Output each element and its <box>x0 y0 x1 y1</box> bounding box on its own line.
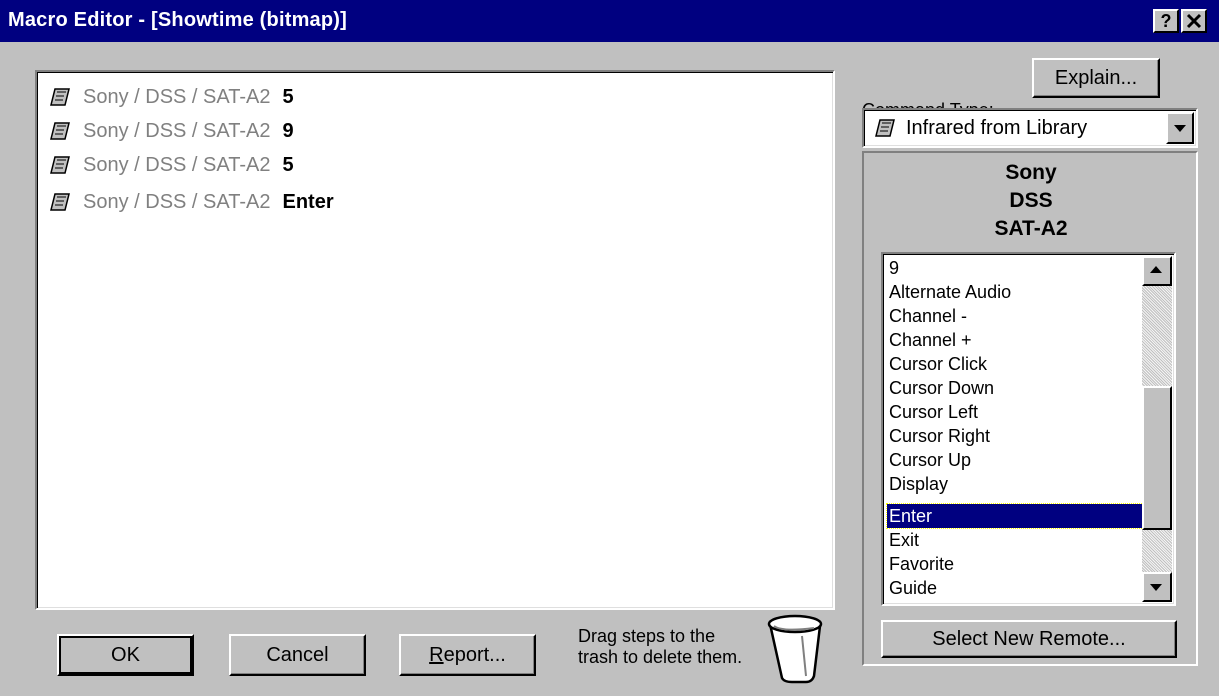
step-device: Sony / DSS / SAT-A2 <box>83 190 271 213</box>
command-item[interactable]: 9 <box>887 256 1143 280</box>
command-item[interactable]: Alternate Audio <box>887 280 1143 304</box>
command-item[interactable]: Guide <box>887 576 1143 600</box>
command-type-select[interactable]: Infrared from Library <box>862 108 1198 148</box>
command-item[interactable]: Cursor Click <box>887 352 1143 376</box>
dropdown-button[interactable] <box>1166 112 1194 144</box>
trash-hint: Drag steps to the trash to delete them. <box>578 626 742 668</box>
window-title: Macro Editor - [Showtime (bitmap)] <box>8 9 348 31</box>
close-icon <box>1186 13 1202 29</box>
command-list[interactable]: 9 Alternate Audio Channel - Channel + Cu… <box>881 252 1176 606</box>
step-device: Sony / DSS / SAT-A2 <box>83 119 271 142</box>
explain-button[interactable]: Explain... <box>1032 58 1160 98</box>
hint-line-1: Drag steps to the <box>578 626 716 646</box>
macro-step[interactable]: Sony / DSS / SAT-A2 5 <box>49 82 294 112</box>
report-accel: R <box>429 643 444 666</box>
command-item[interactable]: Favorite <box>887 552 1143 576</box>
command-list-scrollbar[interactable] <box>1142 256 1172 602</box>
ok-button[interactable]: OK <box>57 634 194 676</box>
step-command: 5 <box>282 153 294 176</box>
scroll-up-icon <box>1150 266 1162 273</box>
scroll-thumb[interactable] <box>1142 386 1172 530</box>
command-item[interactable]: Exit <box>887 528 1143 552</box>
command-item[interactable]: Display <box>887 472 1143 496</box>
command-item-selected[interactable]: Enter <box>886 503 1144 529</box>
macro-step[interactable]: Sony / DSS / SAT-A2 Enter <box>49 187 334 217</box>
infrared-remote-icon <box>50 122 70 140</box>
remote-brand: Sony <box>1005 161 1057 184</box>
macro-steps-list[interactable]: Sony / DSS / SAT-A2 5 Sony / DSS / SAT-A… <box>35 70 835 610</box>
trash-can-icon[interactable] <box>762 612 826 684</box>
command-item[interactable]: Cursor Down <box>887 376 1143 400</box>
title-bar: Macro Editor - [Showtime (bitmap)] ? <box>0 0 1219 42</box>
select-new-remote-button[interactable]: Select New Remote... <box>881 620 1177 658</box>
hint-line-2: trash to delete them. <box>578 647 743 667</box>
scroll-down-button[interactable] <box>1142 572 1172 602</box>
report-button[interactable]: Report... <box>399 634 536 676</box>
command-item[interactable]: Channel - <box>887 304 1143 328</box>
chevron-down-icon <box>1174 125 1186 132</box>
remote-model: SAT-A2 <box>994 217 1068 240</box>
step-device: Sony / DSS / SAT-A2 <box>83 153 271 176</box>
command-item[interactable]: Cursor Left <box>887 400 1143 424</box>
command-item[interactable]: Cursor Up <box>887 448 1143 472</box>
infrared-remote-icon <box>50 88 70 106</box>
close-button[interactable] <box>1181 9 1207 33</box>
step-command: 5 <box>282 85 294 108</box>
infrared-remote-icon <box>50 193 70 211</box>
help-button[interactable]: ? <box>1153 9 1179 33</box>
remote-device: DSS <box>1009 189 1053 212</box>
step-command: Enter <box>282 190 334 213</box>
macro-step[interactable]: Sony / DSS / SAT-A2 9 <box>49 116 294 146</box>
step-device: Sony / DSS / SAT-A2 <box>83 85 271 108</box>
infrared-remote-icon <box>875 119 895 137</box>
scroll-up-button[interactable] <box>1142 256 1172 286</box>
command-type-value: Infrared from Library <box>906 117 1088 139</box>
command-item[interactable]: Channel + <box>887 328 1143 352</box>
scroll-down-icon <box>1150 584 1162 591</box>
report-label: eport... <box>443 643 506 666</box>
macro-step[interactable]: Sony / DSS / SAT-A2 5 <box>49 150 294 180</box>
cancel-button[interactable]: Cancel <box>229 634 366 676</box>
command-item[interactable]: Cursor Right <box>887 424 1143 448</box>
infrared-remote-icon <box>50 156 70 174</box>
step-command: 9 <box>282 119 294 142</box>
